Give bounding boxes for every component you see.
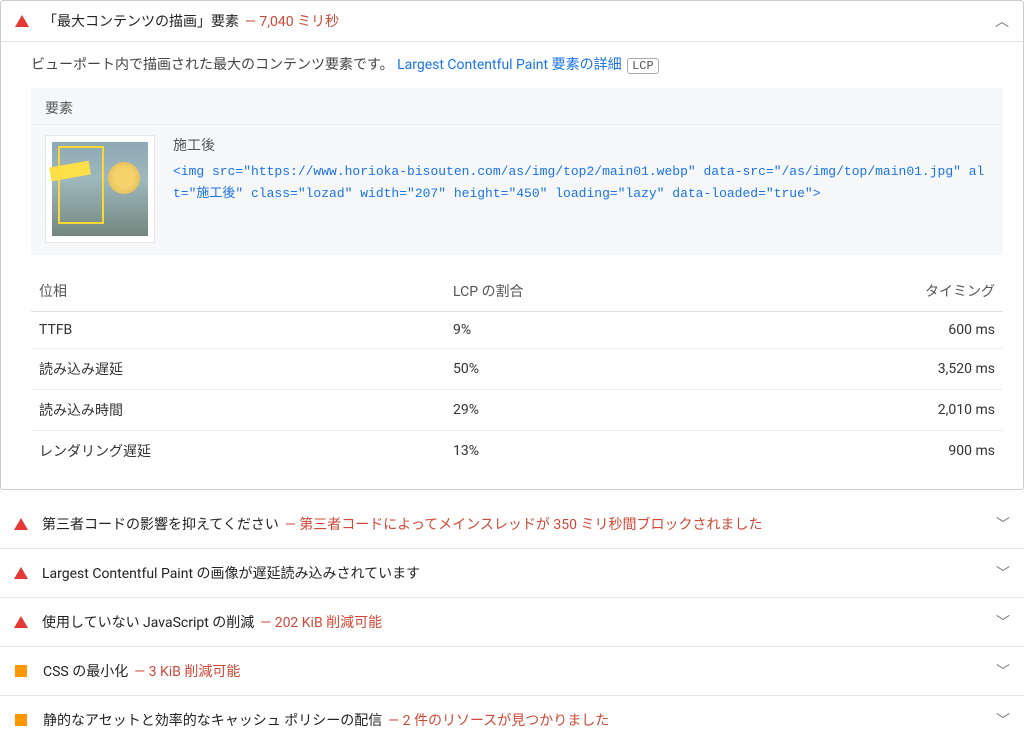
audit-lazy-lcp[interactable]: Largest Contentful Paint の画像が遅延読み込みされていま… [0,549,1024,598]
cell-pct: 9% [445,312,725,349]
audit-metric: — 3 KiB 削減可能 [134,661,240,681]
warning-square-icon [15,665,27,677]
element-row: 施工後 <img src="https://www.horioka-bisout… [31,125,1003,243]
warning-triangle-icon [14,567,28,579]
element-box: 要素 施工後 <img src="https://www.horioka-bis… [31,88,1003,255]
audit-title: 第三者コードの影響を抑えてください [42,514,279,534]
element-label: 施工後 [173,135,989,155]
element-text: 施工後 <img src="https://www.horioka-bisout… [173,135,989,243]
warning-triangle-icon [15,15,29,27]
col-phase: 位相 [31,271,445,312]
element-box-header: 要素 [31,88,1003,125]
thumb-highlight [58,146,104,224]
audit-metric: — 202 KiB 削減可能 [260,612,382,632]
thumb-circle [108,162,140,194]
element-code: <img src="https://www.horioka-bisouten.c… [173,161,989,205]
cell-phase: 読み込み遅延 [31,349,445,390]
table-row: 読み込み遅延 50% 3,520 ms [31,349,1003,390]
chevron-down-icon[interactable]: ﹀ [996,514,1010,534]
audit-metric: — 第三者コードによってメインスレッドが 350 ミリ秒間ブロックされました [285,514,763,534]
table-row: 読み込み時間 29% 2,010 ms [31,390,1003,431]
cell-phase: TTFB [31,312,445,349]
cell-pct: 13% [445,431,725,472]
table-row: レンダリング遅延 13% 900 ms [31,431,1003,472]
warning-triangle-icon [14,616,28,628]
table-row: TTFB 9% 600 ms [31,312,1003,349]
audit-title: CSS の最小化 [43,661,128,681]
audit-unused-js[interactable]: 使用していない JavaScript の削減 — 202 KiB 削減可能 ﹀ [0,598,1024,647]
description-text: ビューポート内で描画された最大のコンテンツ要素です。 [31,57,394,73]
audit-minify-css[interactable]: CSS の最小化 — 3 KiB 削減可能 ﹀ [0,647,1024,696]
collapsed-audits: 第三者コードの影響を抑えてください — 第三者コードによってメインスレッドが 3… [0,500,1024,744]
warning-triangle-icon [14,518,28,530]
audit-title: Largest Contentful Paint の画像が遅延読み込みされていま… [42,563,420,583]
col-timing: タイミング [725,271,1003,312]
warning-square-icon [15,714,27,726]
audit-metric: — 2 件のリソースが見つかりました [388,710,609,730]
element-thumbnail [45,135,155,243]
audit-body: ビューポート内で描画された最大のコンテンツ要素です。 Largest Conte… [1,42,1023,489]
cell-timing: 600 ms [725,312,1003,349]
cell-phase: 読み込み時間 [31,390,445,431]
learn-more-link[interactable]: Largest Contentful Paint 要素の詳細 [397,57,622,73]
cell-phase: レンダリング遅延 [31,431,445,472]
cell-timing: 2,010 ms [725,390,1003,431]
cell-pct: 50% [445,349,725,390]
audit-title: 静的なアセットと効率的なキャッシュ ポリシーの配信 [43,710,382,730]
audit-metric: — 7,040 ミリ秒 [245,11,339,31]
audit-title: 「最大コンテンツの描画」要素 [43,11,239,31]
chevron-down-icon[interactable]: ﹀ [996,710,1010,730]
lcp-badge: LCP [627,58,659,74]
cell-pct: 29% [445,390,725,431]
audit-cache-policy[interactable]: 静的なアセットと効率的なキャッシュ ポリシーの配信 — 2 件のリソースが見つか… [0,696,1024,744]
audit-title: 使用していない JavaScript の削減 [42,612,254,632]
chevron-down-icon[interactable]: ﹀ [996,563,1010,583]
audit-lcp-element: 「最大コンテンツの描画」要素 — 7,040 ミリ秒 ︿ ビューポート内で描画さ… [0,0,1024,490]
audit-third-party[interactable]: 第三者コードの影響を抑えてください — 第三者コードによってメインスレッドが 3… [0,500,1024,549]
cell-timing: 3,520 ms [725,349,1003,390]
col-pct: LCP の割合 [445,271,725,312]
phase-table: 位相 LCP の割合 タイミング TTFB 9% 600 ms 読み込み遅延 5… [31,271,1003,471]
audit-header[interactable]: 「最大コンテンツの描画」要素 — 7,040 ミリ秒 ︿ [1,1,1023,42]
chevron-down-icon[interactable]: ﹀ [996,661,1010,681]
cell-timing: 900 ms [725,431,1003,472]
audit-description: ビューポート内で描画された最大のコンテンツ要素です。 Largest Conte… [31,54,1003,74]
chevron-down-icon[interactable]: ﹀ [996,612,1010,632]
chevron-up-icon[interactable]: ︿ [995,11,1009,31]
